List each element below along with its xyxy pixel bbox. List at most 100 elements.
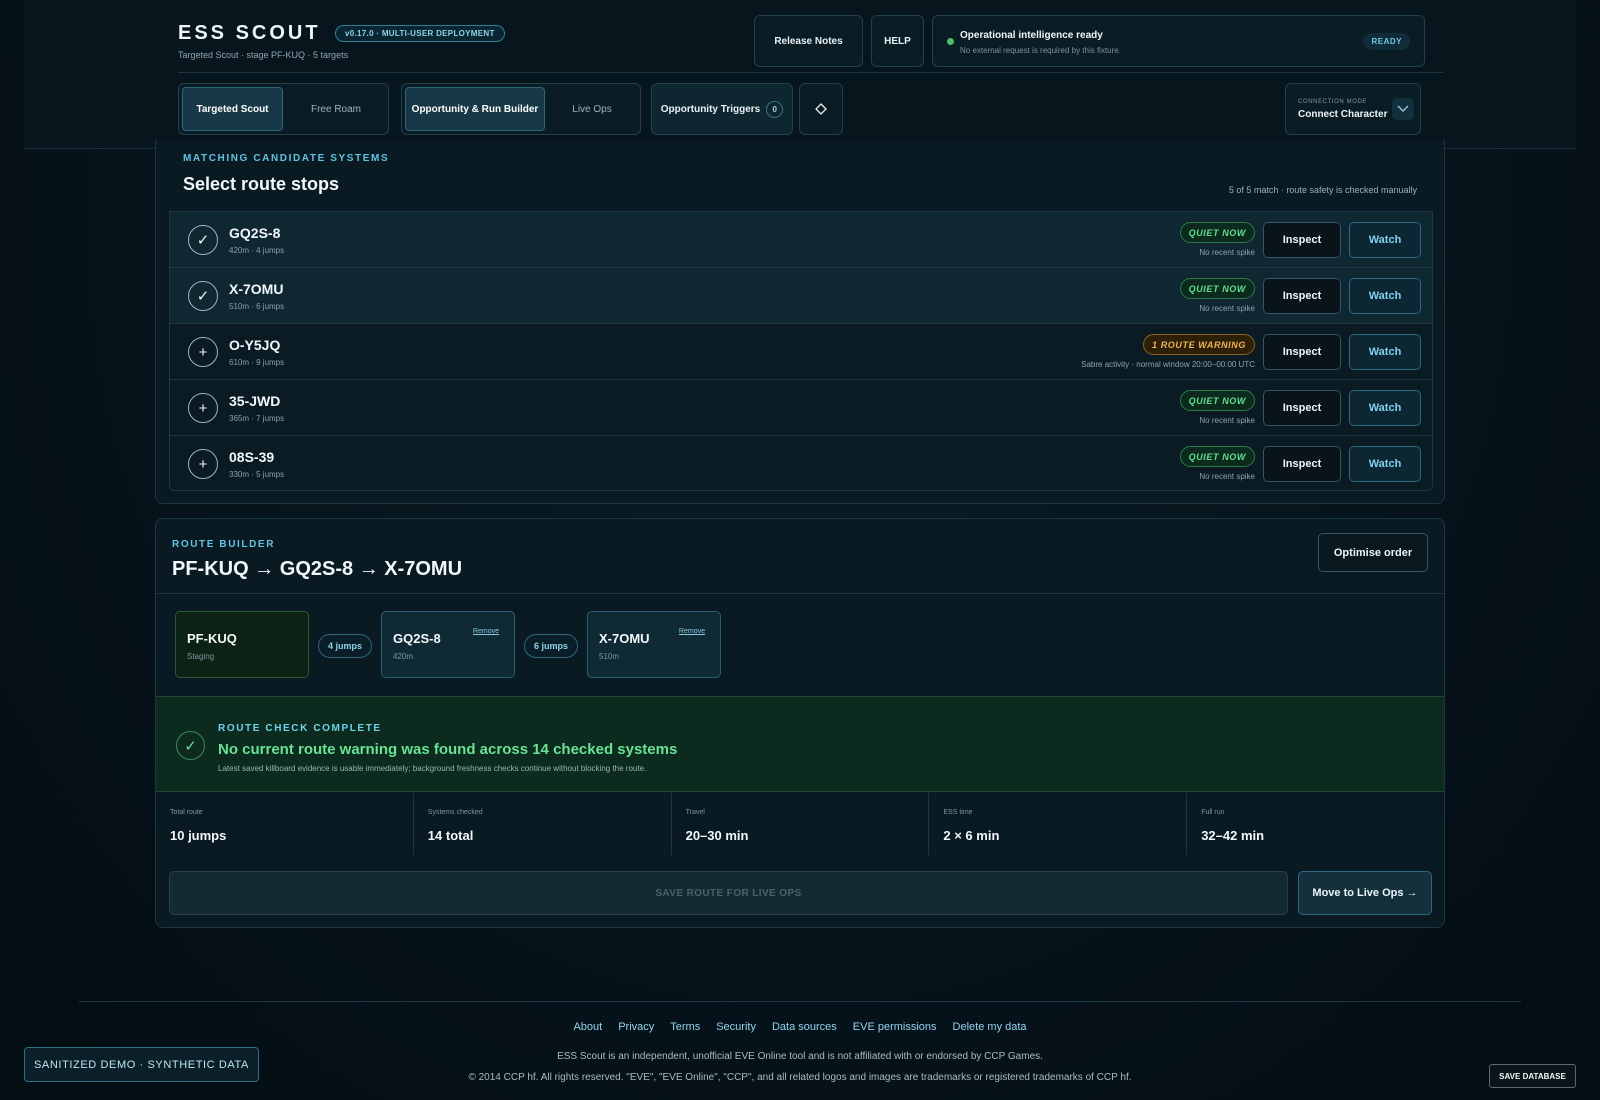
system-sub: 420m · 4 jumps xyxy=(229,246,285,255)
stat-value: 10 jumps xyxy=(170,828,227,843)
mode-switch: Targeted Scout Free Roam xyxy=(178,83,389,135)
candidates-meta: 5 of 5 match · route safety is checked m… xyxy=(1228,185,1417,195)
watch-button[interactable]: Watch xyxy=(1349,446,1421,482)
stat-full-run: Full run 32–42 min xyxy=(1187,793,1444,855)
candidate-row: +08S-39 330m · 5 jumps QUIET NOW No recent … xyxy=(170,436,1432,490)
status-note: No recent spike xyxy=(1199,248,1255,257)
save-database-button[interactable]: SAVE DATABASE xyxy=(1489,1064,1576,1088)
stat-label: Systems checked xyxy=(427,809,483,816)
plus-icon[interactable]: + xyxy=(188,393,218,423)
system-sub: 330m · 5 jumps xyxy=(229,470,285,479)
demo-badge: SANITIZED DEMO · SYNTHETIC DATA xyxy=(24,1047,259,1082)
inspect-button[interactable]: Inspect xyxy=(1263,222,1341,258)
candidate-list: ✓ GQ2S-8 420m · 4 jumps QUIET NOW No recent … xyxy=(169,211,1433,491)
stat-label: Total route xyxy=(170,809,203,816)
footer-link[interactable]: Data sources xyxy=(772,1021,837,1033)
stop-name: PF-KUQ xyxy=(187,631,237,646)
candidates-eyebrow: MATCHING CANDIDATE SYSTEMS xyxy=(183,153,390,164)
stat-ess-time: ESS time 2 × 6 min xyxy=(929,793,1188,855)
opportunity-triggers-button[interactable]: Opportunity Triggers 0 xyxy=(651,83,793,135)
connection-mode-select[interactable]: CONNECTION MODE Connect Character xyxy=(1285,83,1421,135)
stop-name: GQ2S-8 xyxy=(393,631,441,646)
inspect-button[interactable]: Inspect xyxy=(1263,390,1341,426)
watch-button[interactable]: Watch xyxy=(1349,278,1421,314)
header-divider xyxy=(178,72,1444,73)
optimise-order-button[interactable]: Optimise order xyxy=(1318,533,1428,572)
save-route-button[interactable]: SAVE ROUTE FOR LIVE OPS xyxy=(169,871,1288,915)
status-card: Operational intelligence ready No extern… xyxy=(932,15,1425,67)
checkmark-icon[interactable]: ✓ xyxy=(188,225,218,255)
tab-opportunity-run-builder[interactable]: Opportunity & Run Builder xyxy=(405,87,545,131)
route-check-title: No current route warning was found acros… xyxy=(218,741,678,758)
inspect-button[interactable]: Inspect xyxy=(1263,278,1341,314)
triggers-count: 0 xyxy=(766,100,784,118)
system-name: X-7OMU xyxy=(229,281,284,297)
plus-icon[interactable]: + xyxy=(188,337,218,367)
status-badge: QUIET NOW xyxy=(1179,222,1255,243)
connection-mode-label: CONNECTION MODE xyxy=(1298,99,1367,105)
tab-targeted-scout[interactable]: Targeted Scout xyxy=(182,87,283,131)
stop-sub: 510m xyxy=(599,652,620,661)
ready-badge: READY xyxy=(1363,33,1410,50)
system-name: O-Y5JQ xyxy=(229,337,281,353)
route-check-block: ✓ ROUTE CHECK COMPLETE No current route … xyxy=(156,696,1444,792)
connection-mode-value: Connect Character xyxy=(1298,109,1388,120)
status-badge: QUIET NOW xyxy=(1179,278,1255,299)
status-note: No recent spike xyxy=(1199,416,1255,425)
footer-link[interactable]: Terms xyxy=(670,1021,700,1033)
stop-name: X-7OMU xyxy=(599,631,650,646)
remove-stop-link[interactable]: Remove xyxy=(473,628,499,635)
stop-sub: 420m xyxy=(393,652,414,661)
footer-link[interactable]: EVE permissions xyxy=(853,1021,937,1033)
candidate-systems-panel: MATCHING CANDIDATE SYSTEMS Select route … xyxy=(155,140,1445,504)
watch-button[interactable]: Watch xyxy=(1349,390,1421,426)
stat-value: 2 × 6 min xyxy=(943,828,1000,843)
version-badge: v0.17.0 · MULTI-USER DEPLOYMENT xyxy=(335,25,505,42)
app-header: ESS SCOUT v0.17.0 · MULTI-USER DEPLOYMEN… xyxy=(24,0,1576,149)
footer-link[interactable]: Privacy xyxy=(618,1021,654,1033)
stat-value: 14 total xyxy=(427,828,474,843)
status-dot-icon xyxy=(947,38,954,45)
status-badge: 1 ROUTE WARNING xyxy=(1142,334,1255,355)
candidate-row: ✓ GQ2S-8 420m · 4 jumps QUIET NOW No recent … xyxy=(170,212,1432,268)
footer-divider xyxy=(79,1001,1521,1002)
status-badge: QUIET NOW xyxy=(1179,390,1255,411)
system-name: 35-JWD xyxy=(229,393,281,409)
route-check-subtitle: Latest saved killboard evidence is usabl… xyxy=(218,764,647,773)
tab-live-ops[interactable]: Live Ops xyxy=(549,87,635,131)
inspect-button[interactable]: Inspect xyxy=(1263,446,1341,482)
check-circle-icon: ✓ xyxy=(176,731,205,760)
move-to-live-ops-button[interactable]: Move to Live Ops → xyxy=(1298,871,1432,915)
release-notes-button[interactable]: Release Notes xyxy=(754,15,863,67)
app-title: ESS SCOUT xyxy=(178,22,321,44)
status-note: No recent spike xyxy=(1199,304,1255,313)
watch-button[interactable]: Watch xyxy=(1349,334,1421,370)
system-sub: 510m · 6 jumps xyxy=(229,302,285,311)
plus-icon[interactable]: + xyxy=(188,449,218,479)
route-builder-panel: ROUTE BUILDER PF-KUQ → GQ2S-8 → X-7OMU O… xyxy=(155,518,1445,928)
inspect-button[interactable]: Inspect xyxy=(1263,334,1341,370)
diamond-icon xyxy=(815,103,827,115)
route-stop: GQ2S-8 420m Remove xyxy=(381,611,515,678)
remove-stop-link[interactable]: Remove xyxy=(679,628,705,635)
tab-free-roam[interactable]: Free Roam xyxy=(287,87,385,131)
candidate-row: ✓ X-7OMU 510m · 6 jumps QUIET NOW No recent … xyxy=(170,268,1432,324)
status-badge: QUIET NOW xyxy=(1179,446,1255,467)
status-note: Sabre activity · normal window 20:00–00:… xyxy=(1081,360,1255,369)
status-subtitle: No external request is required by this … xyxy=(960,46,1121,55)
stat-total-route: Total route 10 jumps xyxy=(156,793,414,855)
route-builder-divider xyxy=(156,593,1444,594)
triggers-label: Opportunity Triggers xyxy=(660,103,761,115)
status-note: No recent spike xyxy=(1199,472,1255,481)
footer-link[interactable]: Security xyxy=(716,1021,756,1033)
diamond-button[interactable] xyxy=(799,83,843,135)
footer-link[interactable]: Delete my data xyxy=(953,1021,1027,1033)
footer-links: About Privacy Terms Security Data sources EVE… xyxy=(0,1021,1600,1033)
system-sub: 610m · 9 jumps xyxy=(229,358,285,367)
watch-button[interactable]: Watch xyxy=(1349,222,1421,258)
view-switch: Opportunity & Run Builder Live Ops xyxy=(401,83,641,135)
help-button[interactable]: HELP xyxy=(871,15,924,67)
footer-link[interactable]: About xyxy=(573,1021,602,1033)
route-stop-staging: PF-KUQ Staging xyxy=(175,611,309,678)
checkmark-icon[interactable]: ✓ xyxy=(188,281,218,311)
